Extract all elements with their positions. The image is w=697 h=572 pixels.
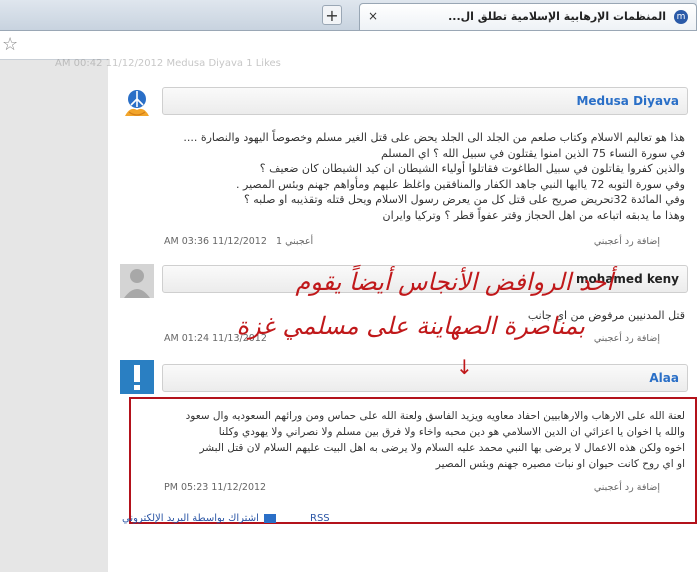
comment-author-bar: Medusa Diyava xyxy=(162,87,688,115)
new-tab-button[interactable]: + xyxy=(322,5,342,25)
comment-line: وهذا ما يدبقه اتباعه من اهل الحجاز وقتر … xyxy=(382,208,685,222)
author-name[interactable]: Alaa xyxy=(649,371,679,385)
avatar xyxy=(120,360,154,394)
comment-actions[interactable]: إضافة رد أعجبني xyxy=(594,333,660,344)
comment-line: والذين كفروا يقاتلون في سبيل الطاغوت فقا… xyxy=(259,162,685,175)
comment-line: هذا هو تعاليم الاسلام وكتاب صلعم من الجل… xyxy=(183,131,685,144)
tab-bar: m المنظمات الإرهابية الإسلامية تطلق ال..… xyxy=(0,0,697,31)
close-tab-icon[interactable]: × xyxy=(368,9,378,23)
tab-title: المنظمات الإرهابية الإسلامية تطلق ال... xyxy=(448,10,666,23)
comment-line: وفي سورة التوبه 72 ياايها النبي جاهد الك… xyxy=(236,177,685,191)
mail-icon xyxy=(264,513,277,523)
rss-label: RSS xyxy=(310,513,330,524)
likes-count: 1 أعجبني xyxy=(276,236,314,247)
annotation-line-2: بمناصرة الصهاينة على مسلمي غزة xyxy=(236,312,585,340)
avatar xyxy=(120,264,154,298)
comment-date: AM 03:36 11/12/2012 xyxy=(164,236,267,247)
annotation-arrow-icon: ↓ xyxy=(456,355,473,379)
comment-line: وفي المائدة 32تحريض صريح على قتل كل من ي… xyxy=(243,193,685,206)
subscribe-email-link[interactable]: اشتراك بواسطة البريد الإلكتروني xyxy=(122,513,277,524)
subscribe-email-label: اشتراك بواسطة البريد الإلكتروني xyxy=(122,513,259,524)
site-favicon-icon: m xyxy=(674,10,688,24)
bookmark-star-icon[interactable]: ☆ xyxy=(2,34,18,55)
avatar xyxy=(120,86,154,120)
annotation-line-1: أحد الروافض الأنجاس أيضاً يقوم xyxy=(295,268,613,296)
faded-comment-meta: AM 00:42 11/12/2012 Medusa Diyava 1 Like… xyxy=(55,58,281,69)
author-name[interactable]: Medusa Diyava xyxy=(576,94,679,108)
comment-text: هذا هو تعاليم الاسلام وكتاب صلعم من الجل… xyxy=(183,130,685,223)
comment-author-bar: Alaa xyxy=(162,364,688,392)
comment-line: في سورة النساء 75 الذين امنوا يقتلون في … xyxy=(380,146,685,160)
rss-link[interactable]: RSS xyxy=(310,513,330,524)
comment-actions[interactable]: إضافة رد أعجبني xyxy=(594,236,660,247)
highlight-box xyxy=(129,397,697,524)
active-tab[interactable]: m المنظمات الإرهابية الإسلامية تطلق ال..… xyxy=(359,3,697,30)
